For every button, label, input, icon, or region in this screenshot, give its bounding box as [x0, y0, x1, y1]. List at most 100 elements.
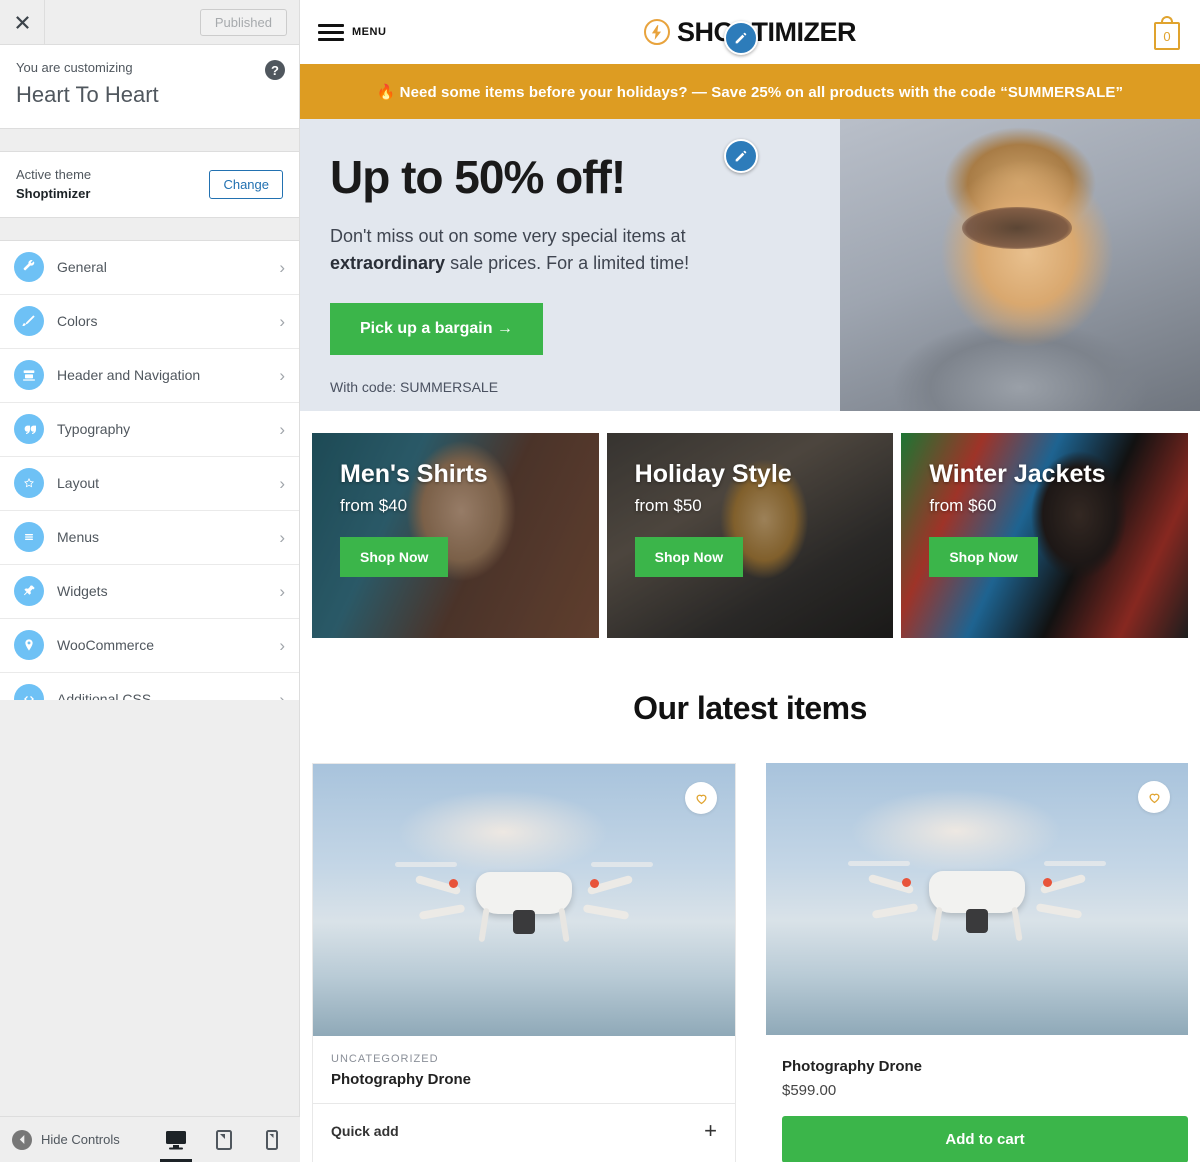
- publish-button[interactable]: Published: [199, 8, 287, 36]
- promo-text: 🔥 Need some items before your holidays? —…: [377, 83, 1123, 101]
- product-card[interactable]: UNCATEGORIZED Photography Drone Quick ad…: [312, 763, 736, 1162]
- close-x-glyph: [15, 15, 29, 29]
- category-price: from $40: [340, 495, 408, 515]
- help-icon[interactable]: ?: [265, 60, 285, 80]
- hero-image: [840, 119, 1200, 411]
- sidebar-item-label: Header and Navigation: [57, 367, 201, 384]
- mobile-menu-toggle[interactable]: MENU: [318, 23, 387, 41]
- wishlist-heart-icon[interactable]: [685, 782, 717, 814]
- drone-leg: [558, 907, 570, 943]
- sidebar-item-label: General: [57, 259, 107, 276]
- category-card-holiday-style[interactable]: Holiday Style from $50 Shop Now: [606, 433, 894, 638]
- drone-arm: [871, 902, 919, 919]
- category-shop-now-button[interactable]: Shop Now: [634, 536, 744, 577]
- product-image: [766, 763, 1188, 1035]
- customizer-topbar: Published: [0, 0, 299, 45]
- category-card-winter-jackets[interactable]: Winter Jackets from $60 Shop Now: [901, 433, 1189, 638]
- sidebar-item-widgets[interactable]: Widgets ›: [0, 564, 299, 619]
- hide-controls-button[interactable]: Hide Controls: [12, 1129, 120, 1150]
- lightning-bolt-icon: [643, 19, 670, 45]
- device-mobile-button[interactable]: [256, 1118, 288, 1162]
- hero-title: Up to 50% off!: [330, 151, 626, 203]
- product-name: Photography Drone: [782, 1058, 923, 1075]
- device-tablet-button[interactable]: [208, 1118, 240, 1162]
- quote-icon: [14, 414, 44, 445]
- drone-body: [929, 871, 1025, 914]
- sidebar-item-label: Typography: [57, 421, 131, 438]
- menu-lines-icon: [14, 522, 44, 553]
- change-theme-button[interactable]: Change: [209, 169, 283, 199]
- product-card[interactable]: Photography Drone $599.00 Add to cart: [766, 763, 1188, 1162]
- product-info: Photography Drone $599.00 Add to cart: [766, 1035, 1188, 1162]
- star-icon: [14, 468, 44, 499]
- sidebar-item-colors[interactable]: Colors ›: [0, 294, 299, 349]
- wrench-icon: [14, 252, 44, 283]
- pencil-glyph: [735, 150, 747, 162]
- category-shop-now-button[interactable]: Shop Now: [340, 536, 449, 577]
- menu-label: MENU: [352, 26, 387, 38]
- drone-light: [590, 879, 599, 889]
- active-theme-text: Active theme Shoptimizer: [16, 165, 91, 204]
- promo-bar: 🔥 Need some items before your holidays? —…: [300, 64, 1200, 173]
- customizer-sidebar: Published You are customizing Heart To H…: [0, 0, 300, 1162]
- product-category: UNCATEGORIZED: [331, 1053, 439, 1065]
- customizer-screen: Published You are customizing Heart To H…: [0, 0, 1200, 1162]
- category-shop-now-button[interactable]: Shop Now: [929, 536, 1038, 577]
- drone-leg: [931, 906, 943, 942]
- hero-content: Up to 50% off! Don't miss out on some ve…: [300, 119, 860, 395]
- shopping-bag-icon: 0: [1154, 22, 1180, 50]
- hamburger-icon: [318, 23, 344, 41]
- product-price: $599.00: [782, 1082, 837, 1099]
- sidebar-item-general[interactable]: General ›: [0, 240, 299, 295]
- customizing-info: You are customizing Heart To Heart ?: [0, 45, 299, 129]
- product-image: [313, 764, 735, 1036]
- drone-leg: [478, 907, 490, 943]
- sidebar-item-label: Menus: [57, 529, 100, 546]
- category-title: Men's Shirts: [340, 460, 488, 488]
- drone-light: [449, 879, 458, 889]
- promo-message: Need some items before your holidays? — …: [399, 83, 1124, 101]
- sidebar-item-layout[interactable]: Layout ›: [0, 456, 299, 511]
- drone-propeller: [395, 862, 457, 868]
- category-cards: Men's Shirts from $40 Shop Now Holiday S…: [300, 411, 1200, 638]
- hero-cta-button[interactable]: Pick up a bargain →: [330, 302, 543, 355]
- sidebar-item-header-and-navigation[interactable]: Header and Navigation ›: [0, 348, 299, 403]
- drone-arm: [418, 903, 466, 920]
- chevron-right-icon: ›: [279, 581, 285, 601]
- sidebar-item-typography[interactable]: Typography ›: [0, 402, 299, 457]
- active-theme-name: Shoptimizer: [16, 186, 91, 202]
- drone-camera: [966, 909, 988, 934]
- paintbrush-icon: [14, 306, 44, 337]
- edit-promo-shortcut-icon[interactable]: [724, 139, 758, 173]
- add-to-cart-button[interactable]: Add to cart: [782, 1116, 1188, 1162]
- fire-icon: 🔥: [376, 83, 396, 101]
- device-desktop-button[interactable]: [160, 1118, 192, 1162]
- chevron-right-icon: ›: [279, 365, 285, 385]
- location-pin-icon: [14, 630, 44, 661]
- customizing-label: You are customizing: [16, 60, 133, 75]
- drone-illustration: [395, 845, 653, 965]
- drone-arm: [582, 903, 630, 920]
- sidebar-item-menus[interactable]: Menus ›: [0, 510, 299, 565]
- product-name: Photography Drone: [331, 1071, 472, 1088]
- close-icon[interactable]: [0, 0, 45, 44]
- chevron-right-icon: ›: [279, 473, 285, 493]
- mobile-icon: [266, 1129, 278, 1150]
- drone-propeller: [1044, 861, 1106, 867]
- quick-add-label: Quick add: [331, 1123, 399, 1139]
- category-title: Winter Jackets: [929, 460, 1106, 488]
- sidebar-item-woocommerce[interactable]: WooCommerce ›: [0, 618, 299, 673]
- drone-light: [1043, 878, 1052, 888]
- sidebar-gap-2: [0, 217, 299, 240]
- chevron-right-icon: ›: [279, 257, 285, 277]
- wishlist-heart-icon[interactable]: [1138, 781, 1170, 813]
- customizer-footer: Hide Controls: [0, 1116, 300, 1162]
- product-info: UNCATEGORIZED Photography Drone: [313, 1036, 735, 1103]
- quick-add-row[interactable]: Quick add +: [313, 1103, 735, 1158]
- category-price: from $50: [634, 495, 702, 515]
- cart-button[interactable]: 0: [1152, 14, 1182, 50]
- category-card-mens-shirts[interactable]: Men's Shirts from $40 Shop Now: [312, 433, 599, 638]
- edit-logo-shortcut-icon[interactable]: [724, 21, 758, 55]
- sidebar-item-label: WooCommerce: [57, 637, 154, 654]
